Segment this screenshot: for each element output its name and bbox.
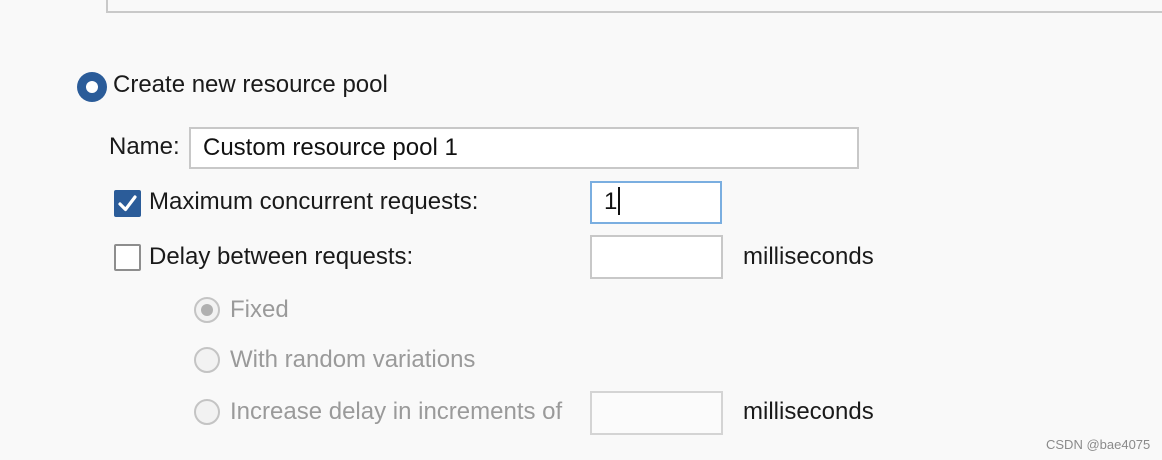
delay-unit-label: milliseconds: [743, 243, 874, 270]
fixed-label: Fixed: [230, 296, 289, 323]
random-variations-label: With random variations: [230, 346, 476, 373]
increase-delay-radio[interactable]: [194, 399, 220, 425]
text-caret: [618, 186, 621, 215]
increase-delay-label: Increase delay in increments of: [230, 398, 563, 425]
random-variations-radio[interactable]: [194, 347, 220, 373]
delay-checkbox[interactable]: [114, 244, 141, 271]
max-concurrent-value: 1: [604, 188, 618, 215]
fixed-radio[interactable]: [194, 297, 220, 323]
watermark: CSDN @bae4075: [1046, 437, 1151, 452]
name-input[interactable]: Custom resource pool 1: [189, 127, 859, 169]
name-label: Name:: [109, 133, 180, 160]
delay-label[interactable]: Delay between requests:: [149, 242, 413, 272]
max-concurrent-label[interactable]: Maximum concurrent requests:: [149, 187, 478, 217]
create-new-pool-label[interactable]: Create new resource pool: [113, 70, 388, 100]
increment-input[interactable]: [590, 391, 723, 435]
create-new-pool-radio[interactable]: [77, 72, 107, 102]
delay-input[interactable]: [590, 235, 723, 279]
max-concurrent-input[interactable]: 1: [590, 181, 722, 224]
upper-panel-border: [106, 0, 1162, 13]
increment-unit-label: milliseconds: [743, 398, 874, 425]
max-concurrent-checkbox[interactable]: [114, 190, 141, 217]
checkmark-icon: [118, 195, 137, 212]
